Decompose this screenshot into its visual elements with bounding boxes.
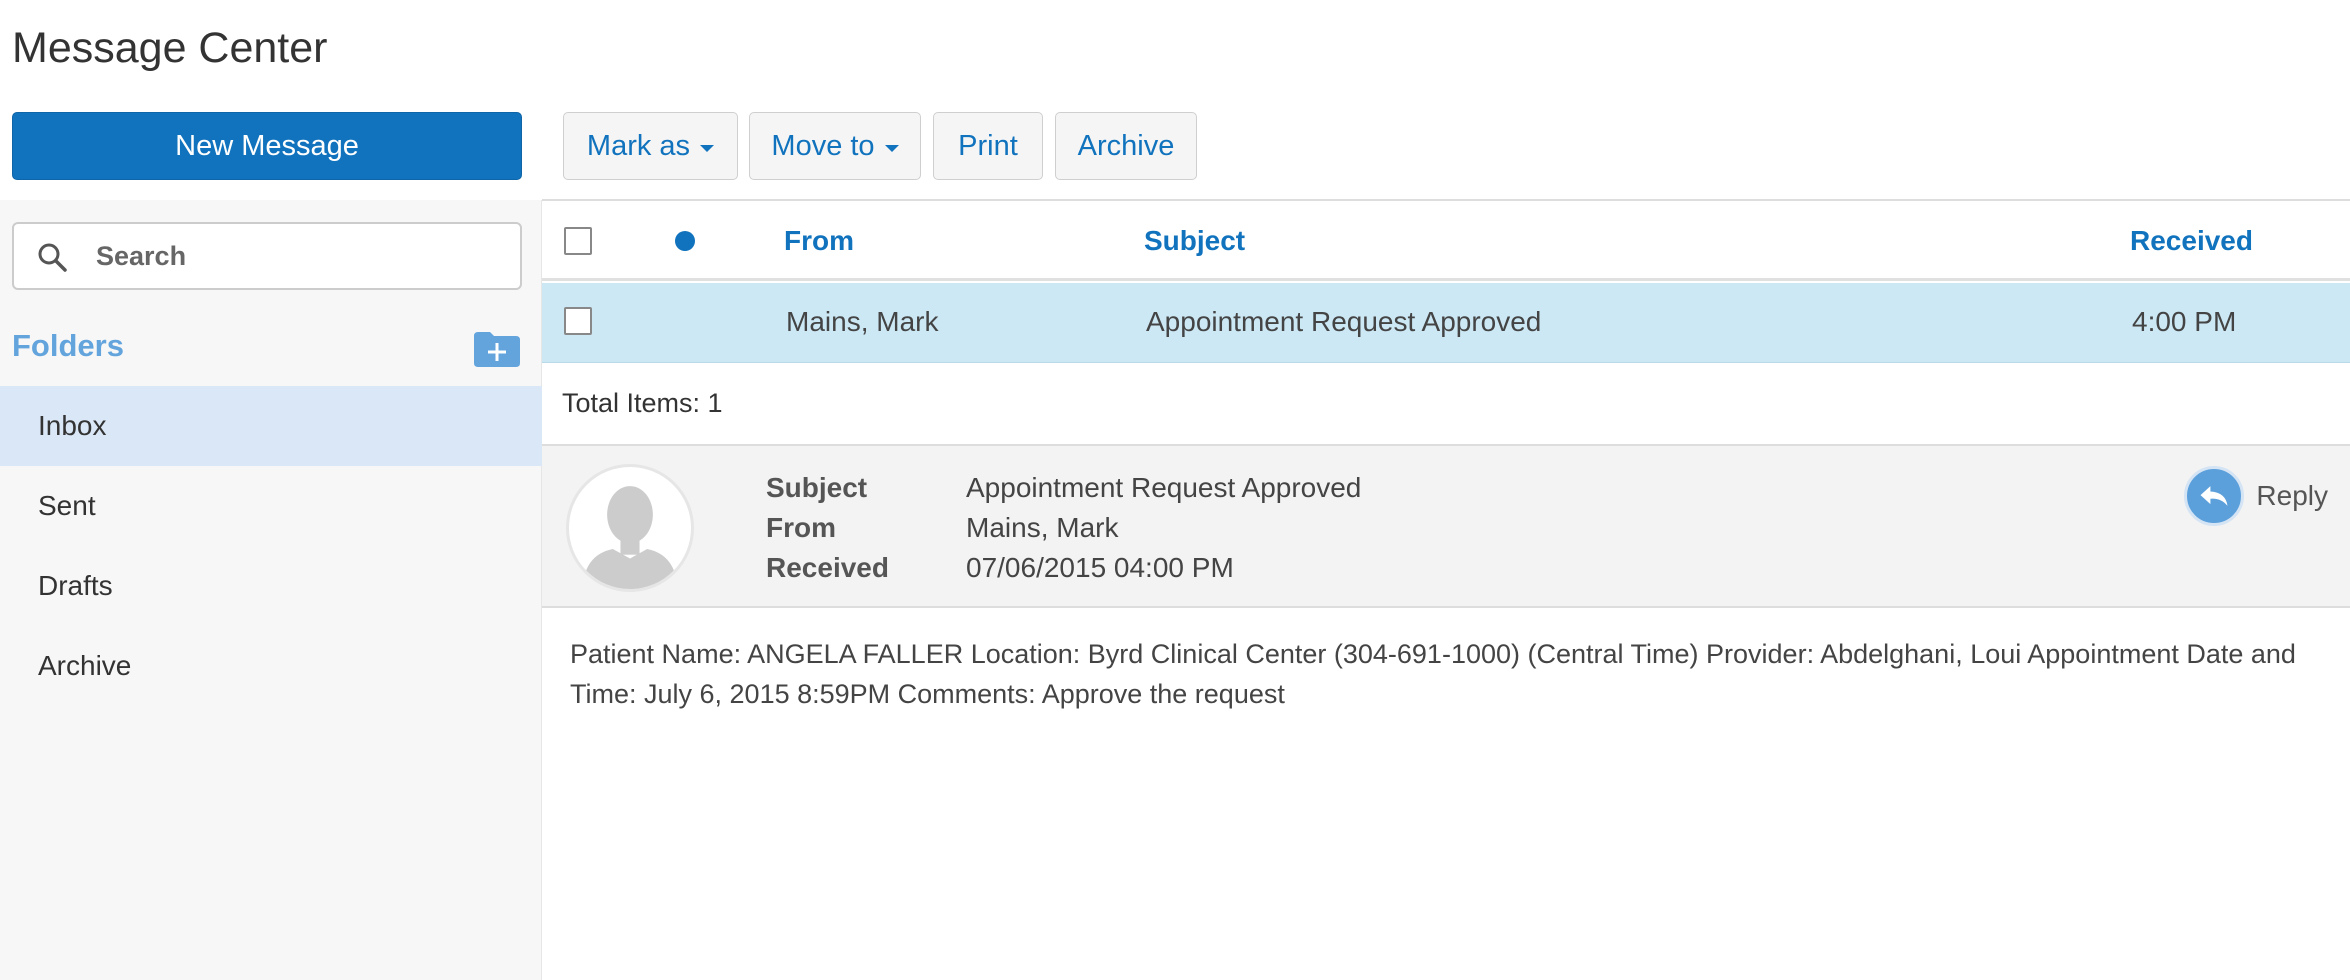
row-checkbox[interactable]	[564, 307, 592, 335]
total-items: Total Items: 1	[562, 388, 723, 418]
search-box[interactable]	[12, 222, 522, 290]
folder-item-inbox[interactable]: Inbox	[0, 386, 542, 466]
avatar	[566, 464, 694, 592]
chevron-down-icon	[700, 144, 715, 152]
detail-received: 07/06/2015 04:00 PM	[966, 552, 1234, 583]
user-silhouette-icon	[582, 486, 678, 589]
column-header-subject[interactable]: Subject	[1144, 225, 1245, 257]
detail-from-label: From	[766, 512, 836, 543]
detail-from: Mains, Mark	[966, 512, 1119, 543]
print-button[interactable]: Print	[933, 112, 1043, 180]
mark-as-button[interactable]: Mark as	[563, 112, 738, 180]
row-subject: Appointment Request Approved	[1146, 306, 1542, 337]
folder-item-sent[interactable]: Sent	[0, 466, 542, 546]
move-to-button[interactable]: Move to	[749, 112, 921, 180]
message-body: Patient Name: ANGELA FALLER Location: By…	[570, 639, 2296, 709]
mark-as-label: Mark as	[586, 129, 691, 162]
folders-heading: Folders	[12, 328, 124, 363]
folder-item-drafts[interactable]: Drafts	[0, 546, 542, 626]
detail-subject: Appointment Request Approved	[966, 472, 1362, 503]
column-header-received[interactable]: Received	[2130, 225, 2253, 257]
folder-item-archive[interactable]: Archive	[0, 626, 542, 706]
search-input[interactable]	[96, 236, 496, 276]
unread-dot-icon[interactable]	[675, 231, 695, 251]
archive-button[interactable]: Archive	[1055, 112, 1197, 180]
row-received: 4:00 PM	[2132, 306, 2237, 337]
column-header-from[interactable]: From	[784, 225, 854, 257]
table-row[interactable]: Mains, Mark Appointment Request Approved…	[542, 283, 2350, 363]
message-detail-header: Subject Appointment Request Approved Fro…	[542, 444, 2350, 608]
reply-icon[interactable]	[2184, 466, 2245, 526]
new-message-button[interactable]: New Message	[12, 112, 522, 180]
sidebar: Folders Inbox Sent Drafts Archive	[0, 200, 542, 980]
reply-label[interactable]: Reply	[2256, 480, 2328, 512]
select-all-checkbox[interactable]	[564, 227, 592, 255]
move-to-label: Move to	[771, 129, 875, 162]
folder-add-icon[interactable]	[472, 328, 522, 368]
message-list-header: From Subject Received	[542, 201, 2350, 281]
detail-subject-label: Subject	[766, 472, 868, 503]
search-icon	[38, 243, 67, 272]
page-title: Message Center	[12, 24, 328, 72]
chevron-down-icon	[884, 144, 899, 152]
detail-received-label: Received	[766, 552, 889, 583]
reply-button[interactable]: Reply	[2184, 466, 2328, 526]
row-from: Mains, Mark	[786, 306, 939, 337]
